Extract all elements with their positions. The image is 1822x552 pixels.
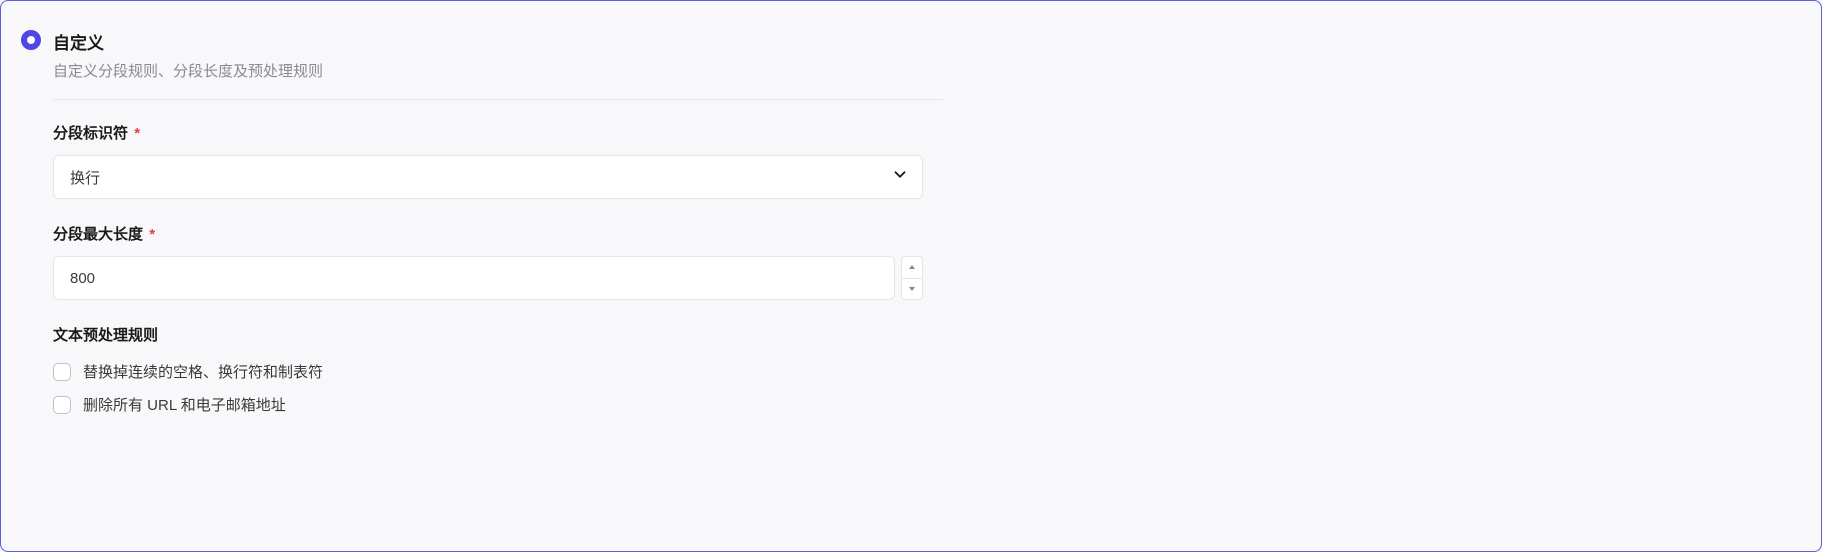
preprocess-group: 文本预处理规则 替换掉连续的空格、换行符和制表符 删除所有 URL 和电子邮箱地… bbox=[53, 324, 943, 415]
required-mark: * bbox=[134, 125, 140, 142]
separator-label: 分段标识符 * bbox=[53, 122, 943, 143]
header-text-block: 自定义 自定义分段规则、分段长度及预处理规则 bbox=[53, 29, 323, 81]
divider bbox=[53, 99, 943, 100]
separator-label-text: 分段标识符 bbox=[53, 125, 128, 142]
checkbox-replace-whitespace[interactable] bbox=[53, 363, 71, 381]
option-header[interactable]: 自定义 自定义分段规则、分段长度及预处理规则 bbox=[21, 29, 1801, 81]
preprocess-option-row[interactable]: 替换掉连续的空格、换行符和制表符 bbox=[53, 361, 943, 382]
checkbox-remove-urls-emails[interactable] bbox=[53, 396, 71, 414]
checkbox-label: 替换掉连续的空格、换行符和制表符 bbox=[83, 361, 323, 382]
custom-settings-panel: 自定义 自定义分段规则、分段长度及预处理规则 分段标识符 * 换行 分段最大长度… bbox=[0, 0, 1822, 552]
checkbox-label: 删除所有 URL 和电子邮箱地址 bbox=[83, 394, 286, 415]
chevron-up-icon bbox=[908, 264, 916, 270]
spinner-up-button[interactable] bbox=[901, 256, 923, 278]
required-mark: * bbox=[149, 226, 155, 243]
radio-selected-icon[interactable] bbox=[21, 30, 41, 50]
separator-field-group: 分段标识符 * 换行 bbox=[53, 122, 943, 199]
spinner-down-button[interactable] bbox=[901, 278, 923, 301]
preprocess-option-row[interactable]: 删除所有 URL 和电子邮箱地址 bbox=[53, 394, 943, 415]
separator-select-value[interactable]: 换行 bbox=[53, 155, 923, 199]
maxlength-label: 分段最大长度 * bbox=[53, 223, 943, 244]
chevron-down-icon bbox=[908, 286, 916, 292]
form-area: 分段标识符 * 换行 分段最大长度 * bbox=[21, 122, 943, 415]
number-spinner bbox=[901, 256, 923, 300]
maxlength-input-wrap bbox=[53, 256, 923, 300]
preprocess-title: 文本预处理规则 bbox=[53, 324, 943, 345]
separator-select[interactable]: 换行 bbox=[53, 155, 923, 199]
maxlength-field-group: 分段最大长度 * bbox=[53, 223, 943, 300]
maxlength-input[interactable] bbox=[53, 256, 895, 300]
option-title: 自定义 bbox=[53, 29, 323, 54]
option-subtitle: 自定义分段规则、分段长度及预处理规则 bbox=[53, 60, 323, 81]
maxlength-label-text: 分段最大长度 bbox=[53, 226, 143, 243]
